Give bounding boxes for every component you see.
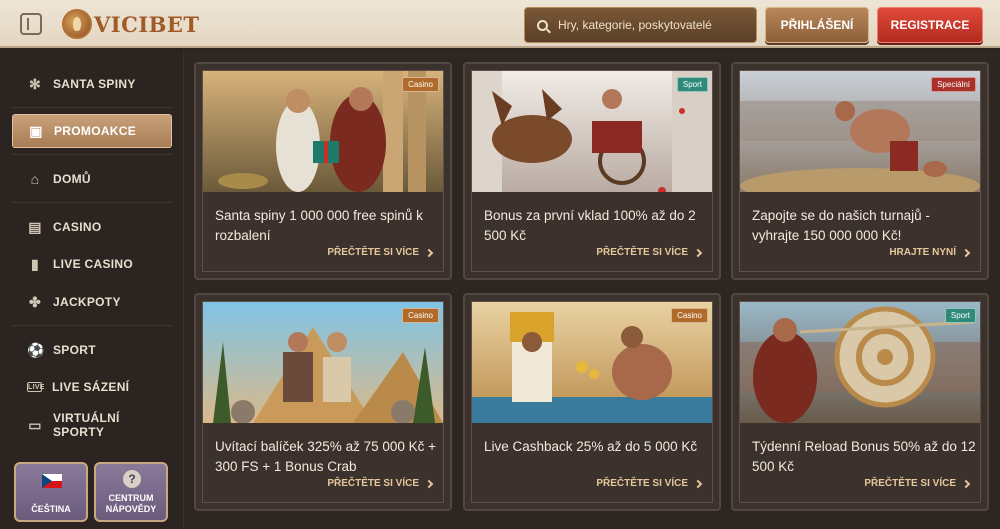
- read-more-link[interactable]: PŘEČTĚTE SI VÍCE: [327, 478, 434, 489]
- czech-flag-icon: [42, 474, 62, 488]
- read-more-link[interactable]: PŘEČTĚTE SI VÍCE: [596, 478, 703, 489]
- promo-title: Live Cashback 25% až do 5 000 Kč: [484, 439, 698, 454]
- help-icon: ?: [123, 470, 141, 488]
- sidebar-item-casino[interactable]: ▤ CASINO: [12, 210, 172, 244]
- chevron-right-icon: [693, 248, 703, 257]
- logo-text: VICIBET: [94, 11, 200, 37]
- sidebar: ✻ SANTA SPINY ▣ PROMOAKCE ⌂ DOMŮ ▤ CASIN…: [0, 50, 184, 529]
- sidebar-item-label: SPORT: [53, 343, 96, 357]
- sidebar-divider: [12, 107, 172, 108]
- play-now-link[interactable]: HRAJTE NYNÍ: [889, 247, 971, 258]
- read-more-link[interactable]: PŘEČTĚTE SI VÍCE: [327, 247, 434, 258]
- promo-card[interactable]: Sport Týdenní Reload Bonus 50% až do 12 …: [731, 293, 989, 511]
- read-more-label: PŘEČTĚTE SI VÍCE: [327, 247, 419, 258]
- chevron-right-icon: [961, 479, 971, 488]
- read-more-link[interactable]: PŘEČTĚTE SI VÍCE: [864, 478, 971, 489]
- sidebar-item-promoakce[interactable]: ▣ PROMOAKCE: [12, 114, 172, 148]
- language-label: ČEŠTINA: [31, 504, 71, 514]
- sidebar-toggle-icon[interactable]: [20, 13, 42, 35]
- help-label: CENTRUM NÁPOVĚDY: [105, 493, 157, 514]
- sidebar-item-label: DOMŮ: [53, 172, 91, 186]
- sidebar-item-label: JACKPOTY: [53, 295, 121, 309]
- live-icon: LIVE: [27, 382, 45, 392]
- read-more-label: PŘEČTĚTE SI VÍCE: [327, 478, 419, 489]
- sidebar-item-label: SANTA SPINY: [53, 77, 136, 91]
- promo-image: Speciální: [740, 71, 980, 192]
- category-badge: Speciální: [931, 77, 976, 92]
- category-badge: Casino: [402, 308, 439, 323]
- slot-machine-icon: ▤: [28, 219, 42, 235]
- play-now-label: HRAJTE NYNÍ: [889, 247, 956, 258]
- promo-title: Bonus za první vklad 100% až do 2 500 Kč: [484, 208, 696, 243]
- category-badge: Casino: [402, 77, 439, 92]
- sidebar-item-domu[interactable]: ⌂ DOMŮ: [12, 162, 172, 196]
- sidebar-item-label: CASINO: [53, 220, 102, 234]
- snowflake-icon: ✻: [28, 76, 42, 92]
- logo-emblem-icon: [62, 9, 92, 39]
- promo-card[interactable]: Speciální Zapojte se do našich turnajů -…: [731, 62, 989, 280]
- chevron-right-icon: [424, 479, 434, 488]
- category-badge: Sport: [676, 77, 708, 92]
- promotions-grid: Casino Santa spiny 1 000 000 free spinů …: [184, 50, 1000, 529]
- login-button[interactable]: PŘIHLÁŠENÍ: [765, 7, 869, 43]
- sidebar-item-label: LIVE SÁZENÍ: [52, 380, 130, 394]
- read-more-label: PŘEČTĚTE SI VÍCE: [596, 247, 688, 258]
- help-center-button[interactable]: ? CENTRUM NÁPOVĚDY: [94, 462, 168, 522]
- soccer-ball-icon: ⚽: [27, 342, 45, 358]
- promo-card[interactable]: Casino Live Cashback 25% až do 5 000 Kč …: [463, 293, 721, 511]
- register-button[interactable]: REGISTRACE: [877, 7, 983, 43]
- promo-title: Týdenní Reload Bonus 50% až do 12 500 Kč: [752, 439, 976, 474]
- sidebar-item-live-sazeni[interactable]: LIVE LIVE SÁZENÍ: [12, 370, 172, 404]
- search-box[interactable]: [524, 7, 757, 43]
- sidebar-item-santa-spiny[interactable]: ✻ SANTA SPINY: [12, 67, 172, 101]
- sidebar-item-live-casino[interactable]: ▮ LIVE CASINO: [12, 247, 172, 281]
- top-header: VICIBET PŘIHLÁŠENÍ REGISTRACE: [0, 0, 1000, 48]
- promo-card[interactable]: Sport Bonus za první vklad 100% až do 2 …: [463, 62, 721, 280]
- home-icon: ⌂: [30, 171, 40, 187]
- sidebar-item-sport[interactable]: ⚽ SPORT: [12, 333, 172, 367]
- playing-card-icon: ▮: [30, 256, 39, 272]
- promo-image: Casino: [203, 302, 443, 423]
- category-badge: Casino: [671, 308, 708, 323]
- promo-image: Casino: [472, 302, 712, 423]
- promo-image: Casino: [203, 71, 443, 192]
- promo-title: Zapojte se do našich turnajů - vyhrajte …: [752, 208, 930, 243]
- sidebar-divider: [12, 325, 172, 326]
- promo-card[interactable]: Casino Uvítací balíček 325% až 75 000 Kč…: [194, 293, 452, 511]
- logo[interactable]: VICIBET: [62, 8, 200, 40]
- sidebar-item-label: VIRTUÁLNÍ SPORTY: [53, 411, 120, 439]
- sidebar-item-jackpoty[interactable]: ✤ JACKPOTY: [12, 285, 172, 319]
- chevron-right-icon: [693, 479, 703, 488]
- gift-icon: ▣: [29, 123, 43, 139]
- category-badge: Sport: [944, 308, 976, 323]
- sidebar-item-label: PROMOAKCE: [54, 124, 137, 138]
- virtual-sport-icon: ▭: [28, 417, 42, 433]
- clover-icon: ✤: [28, 294, 42, 310]
- promo-card[interactable]: Casino Santa spiny 1 000 000 free spinů …: [194, 62, 452, 280]
- sidebar-item-label: LIVE CASINO: [53, 257, 133, 271]
- search-icon: [537, 19, 548, 31]
- promo-image: Sport: [740, 302, 980, 423]
- search-input[interactable]: [558, 18, 748, 32]
- read-more-label: PŘEČTĚTE SI VÍCE: [596, 478, 688, 489]
- promo-image: Sport: [472, 71, 712, 192]
- language-button[interactable]: ČEŠTINA: [14, 462, 88, 522]
- sidebar-divider: [12, 154, 172, 155]
- promo-title: Uvítací balíček 325% až 75 000 Kč + 300 …: [215, 439, 437, 474]
- read-more-label: PŘEČTĚTE SI VÍCE: [864, 478, 956, 489]
- chevron-right-icon: [424, 248, 434, 257]
- sidebar-item-virtualni-sporty[interactable]: ▭ VIRTUÁLNÍ SPORTY: [12, 406, 172, 444]
- chevron-right-icon: [961, 248, 971, 257]
- promo-title: Santa spiny 1 000 000 free spinů k rozba…: [215, 208, 423, 243]
- read-more-link[interactable]: PŘEČTĚTE SI VÍCE: [596, 247, 703, 258]
- sidebar-divider: [12, 202, 172, 203]
